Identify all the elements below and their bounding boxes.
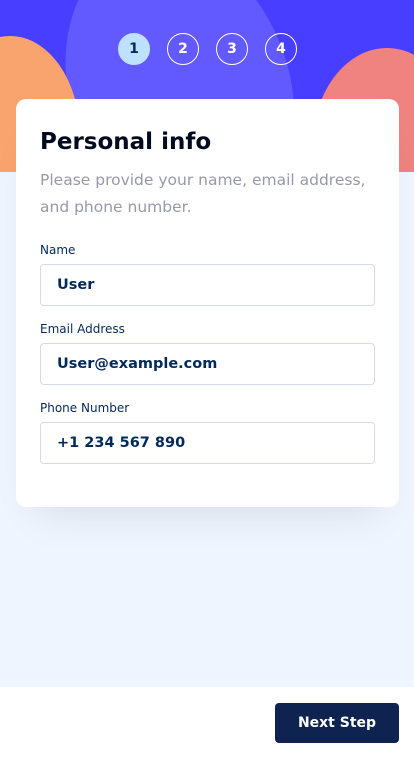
next-step-button[interactable]: Next Step	[275, 703, 399, 743]
page-title: Personal info	[40, 129, 212, 155]
step-4[interactable]: 4	[265, 33, 297, 65]
step-2[interactable]: 2	[167, 33, 199, 65]
form-card: Personal info Please provide your name, …	[16, 99, 399, 507]
email-label: Email Address	[40, 322, 125, 336]
name-input[interactable]	[40, 264, 375, 306]
phone-input[interactable]	[40, 422, 375, 464]
phone-label: Phone Number	[40, 401, 130, 415]
phone-field-group: Phone Number	[40, 401, 375, 464]
step-1[interactable]: 1	[118, 33, 150, 65]
email-input[interactable]	[40, 343, 375, 385]
page: 1 2 3 4 Personal info Please provide you…	[0, 0, 414, 758]
footer-bar: Next Step	[0, 687, 414, 758]
step-3[interactable]: 3	[216, 33, 248, 65]
step-indicator: 1 2 3 4	[118, 33, 297, 65]
page-subtitle: Please provide your name, email address,…	[40, 171, 366, 216]
name-field-group: Name	[40, 243, 375, 306]
email-field-group: Email Address	[40, 322, 375, 385]
name-label: Name	[40, 243, 76, 257]
